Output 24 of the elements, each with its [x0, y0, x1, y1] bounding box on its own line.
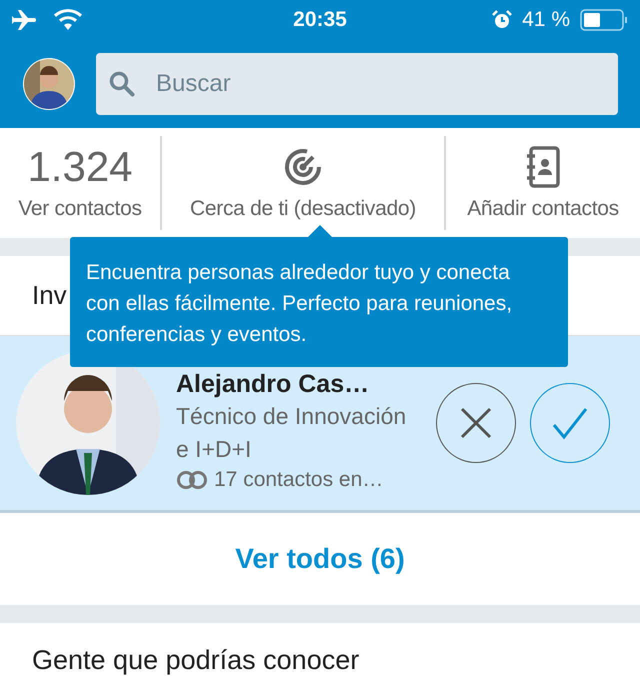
clock-time: 20:35: [293, 8, 347, 32]
ignore-button[interactable]: [436, 383, 516, 463]
see-all-link[interactable]: Ver todos (6): [229, 542, 411, 576]
shared-connections: 17 contactos en…: [214, 468, 384, 492]
alarm-icon: [492, 10, 512, 30]
stat-tab[interactable]: 1.324 Ver contactos: [0, 136, 160, 230]
section-title: Gente que podrías conocer: [32, 645, 360, 675]
battery-icon: [580, 9, 628, 31]
address-book-icon: [525, 145, 561, 189]
stat-tab[interactable]: Cerca de ti (desactivado): [160, 136, 444, 230]
airplane-icon: [12, 9, 38, 31]
person-headline: Técnico de Innovación e I+D+I: [176, 402, 408, 464]
search-field[interactable]: Buscar: [96, 53, 618, 115]
shared-connections-icon: [176, 470, 208, 490]
stat-tab[interactable]: Añadir contactos: [444, 136, 640, 230]
person-name[interactable]: Alejandro Cas…: [176, 370, 416, 398]
accept-button[interactable]: [530, 383, 610, 463]
search-icon: [109, 71, 135, 97]
battery-percent: 41 %: [522, 8, 570, 32]
check-icon: [550, 405, 590, 441]
close-icon: [458, 405, 494, 441]
wifi-icon: [54, 9, 82, 31]
section-title: Inv: [32, 280, 67, 311]
tooltip-text: Encuentra personas alrededor tuyo y conecta con ellas fácilmente. Perfecto para reuniones, conferencias y eventos.: [86, 261, 512, 346]
